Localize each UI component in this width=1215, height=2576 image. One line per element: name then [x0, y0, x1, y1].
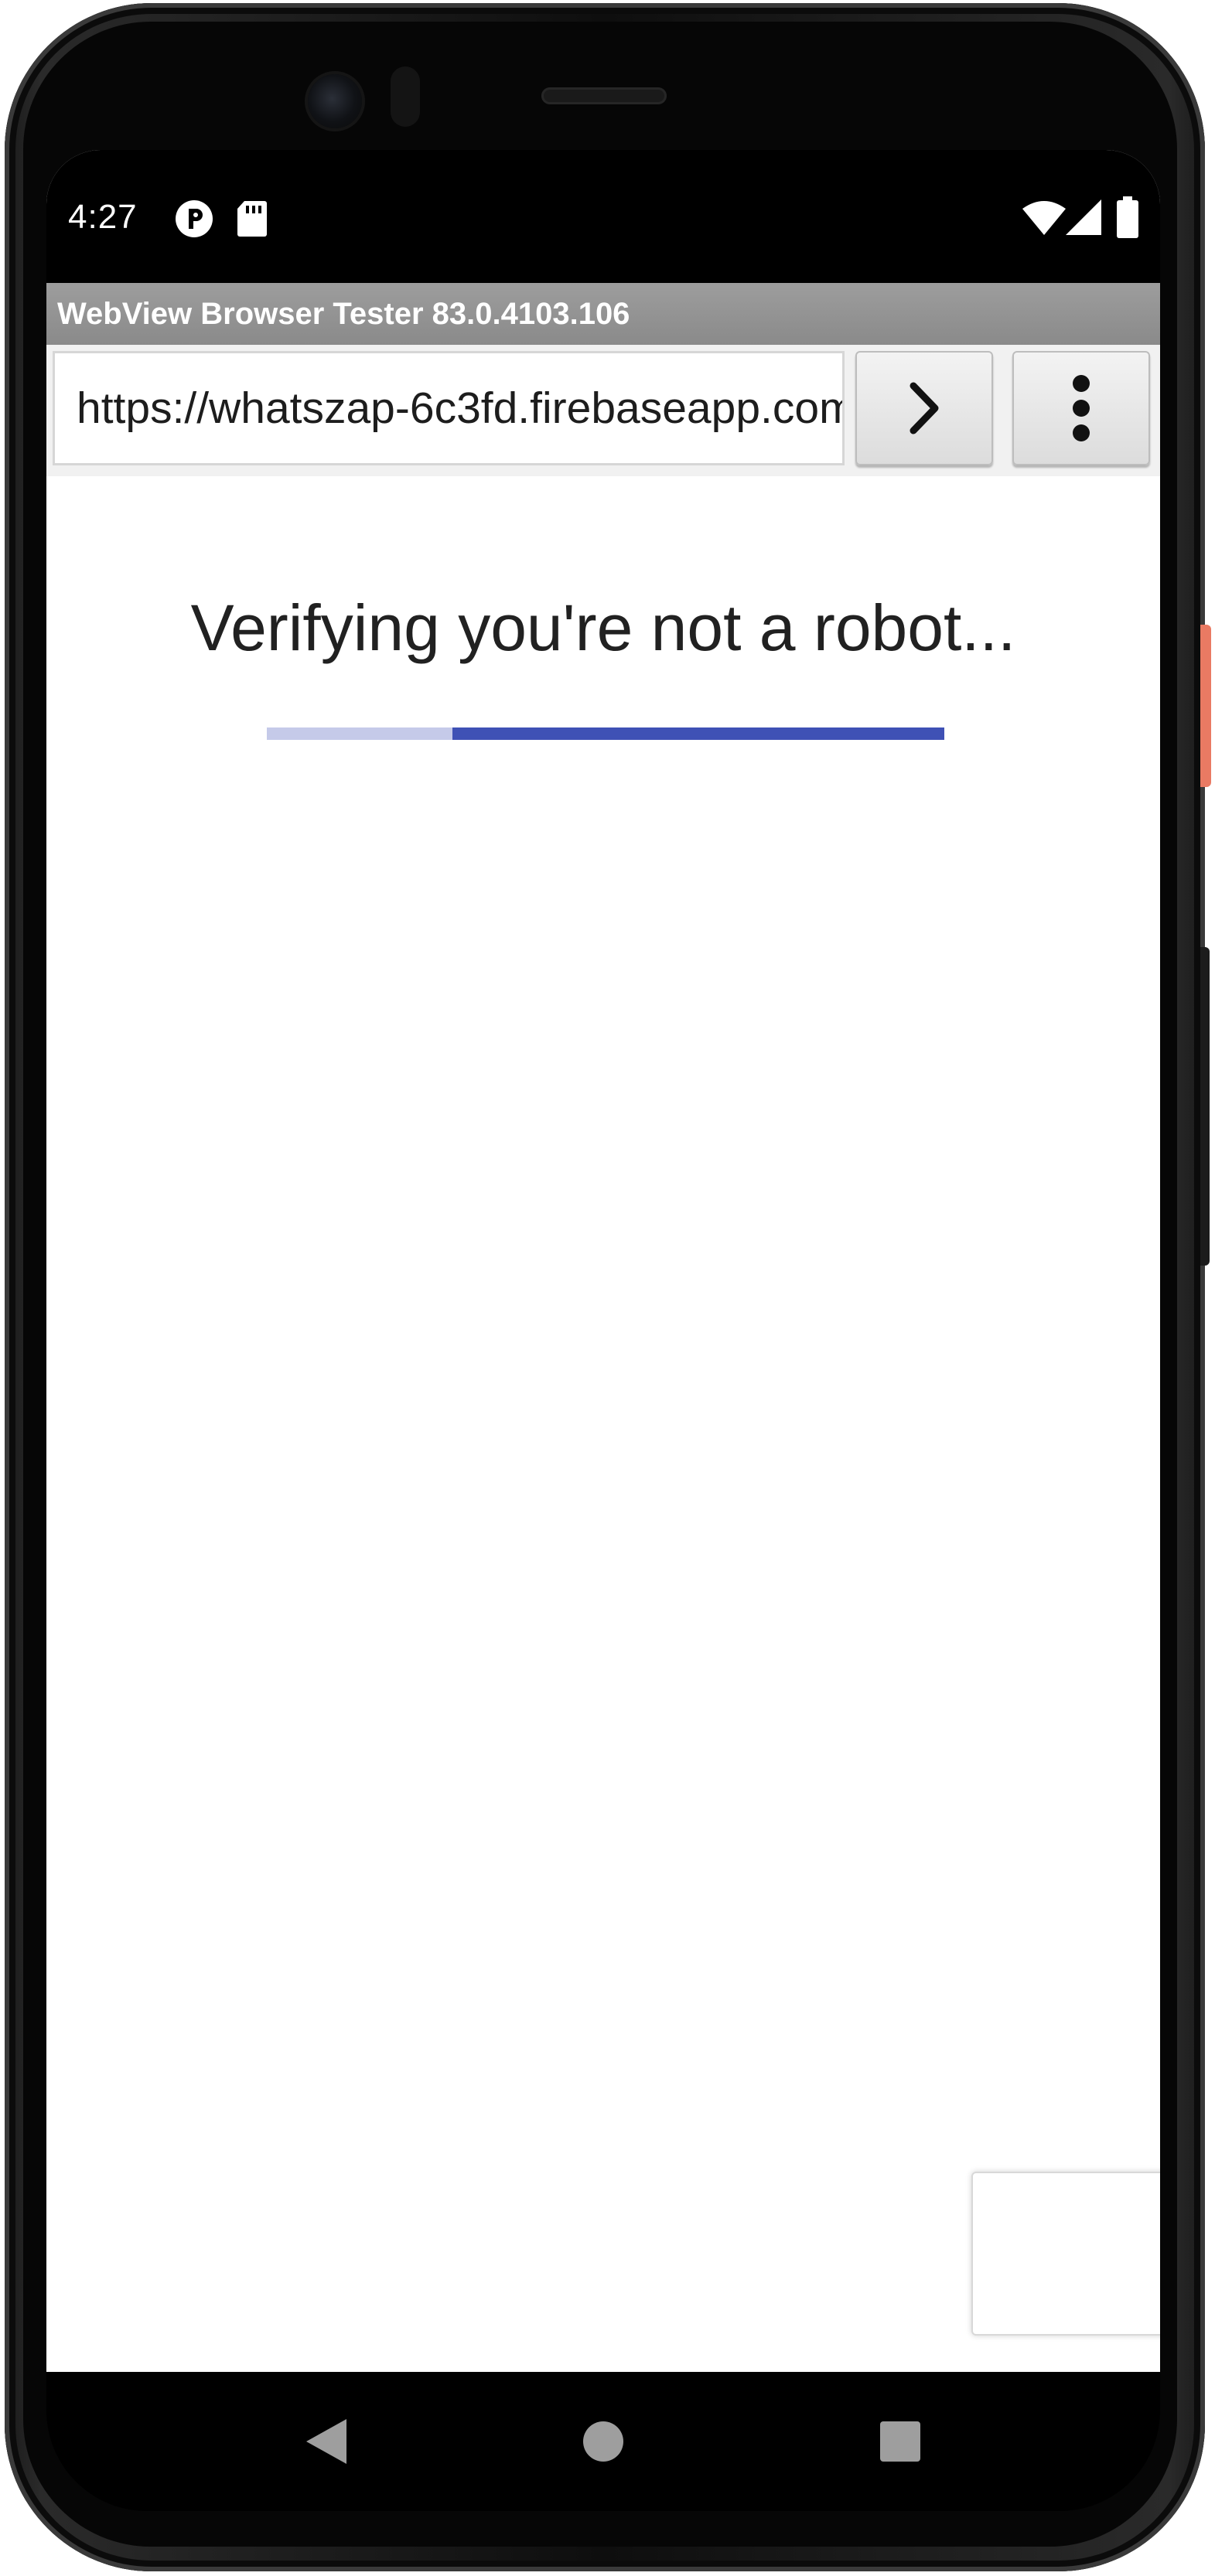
cell-signal-icon [1066, 199, 1101, 235]
go-button[interactable] [855, 351, 993, 465]
screen: 4:27 WebView Browser Tester 83.0.4103.10… [46, 150, 1160, 2372]
overflow-menu-button[interactable] [1012, 351, 1150, 465]
volume-button [1200, 947, 1210, 1266]
url-input[interactable]: https://whatszap-6c3fd.firebaseapp.com [53, 351, 845, 465]
wifi-icon [1022, 201, 1066, 235]
home-button[interactable] [534, 2372, 673, 2511]
app-title: WebView Browser Tester 83.0.4103.106 [57, 297, 630, 331]
front-camera [308, 74, 362, 128]
home-icon [583, 2421, 623, 2462]
proximity-sensor [391, 66, 420, 127]
recents-icon [880, 2421, 920, 2462]
earpiece-speaker [541, 87, 667, 104]
progress-indicator [452, 727, 944, 740]
sd-card-icon [237, 201, 267, 237]
recents-button[interactable] [831, 2372, 970, 2511]
chevron-right-icon [910, 382, 939, 434]
navigation-bar [46, 2372, 1160, 2511]
status-time: 4:27 [68, 198, 138, 236]
profile-icon [176, 200, 213, 237]
url-bar: https://whatszap-6c3fd.firebaseapp.com [46, 345, 1160, 476]
app-title-bar: WebView Browser Tester 83.0.4103.106 [46, 283, 1160, 345]
power-button [1200, 625, 1211, 787]
more-vert-icon [1073, 375, 1090, 441]
verification-message: Verifying you're not a robot... [190, 591, 1016, 664]
battery-icon [1117, 196, 1138, 238]
back-icon [306, 2419, 346, 2464]
web-content [46, 476, 1160, 2372]
status-bar: 4:27 [46, 150, 1160, 283]
back-button[interactable] [257, 2372, 396, 2511]
recaptcha-badge[interactable] [971, 2172, 1160, 2336]
